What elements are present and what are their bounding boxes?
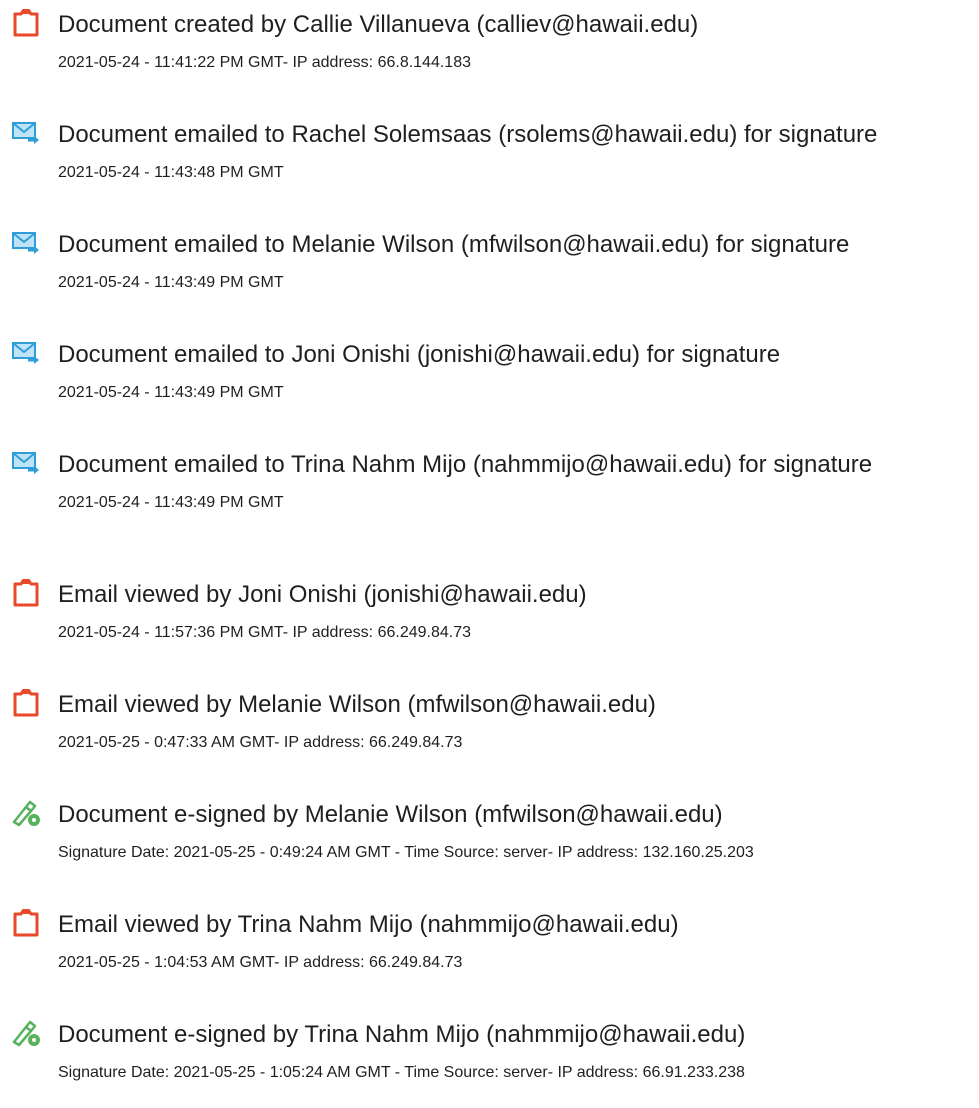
document-viewed-icon (11, 908, 41, 938)
event-title: Document emailed to Joni Onishi (jonishi… (58, 341, 781, 368)
email-sent-icon (11, 228, 41, 258)
audit-event-item: Document e-signed by Trina Nahm Mijo (na… (0, 1018, 979, 1098)
audit-event-item: Document emailed to Joni Onishi (jonishi… (0, 338, 979, 418)
audit-event-item: Email viewed by Trina Nahm Mijo (nahmmij… (0, 908, 979, 988)
event-title: Document emailed to Rachel Solemsaas (rs… (58, 121, 878, 148)
event-detail: 2021-05-24 - 11:43:49 PM GMT (58, 494, 284, 511)
event-title: Email viewed by Joni Onishi (jonishi@haw… (58, 581, 587, 608)
esign-pen-icon (11, 1018, 41, 1048)
audit-event-item: Document emailed to Rachel Solemsaas (rs… (0, 118, 979, 198)
audit-event-item: Email viewed by Joni Onishi (jonishi@haw… (0, 578, 979, 658)
email-sent-icon (11, 448, 41, 478)
event-detail: 2021-05-25 - 0:47:33 AM GMT- IP address:… (58, 734, 463, 751)
audit-event-item: Document e-signed by Melanie Wilson (mfw… (0, 798, 979, 878)
email-sent-icon (11, 338, 41, 368)
event-detail: Signature Date: 2021-05-25 - 1:05:24 AM … (58, 1064, 745, 1081)
esign-pen-icon (11, 798, 41, 828)
document-viewed-icon (11, 578, 41, 608)
event-title: Document emailed to Trina Nahm Mijo (nah… (58, 451, 873, 478)
audit-event-item: Document created by Callie Villanueva (c… (0, 8, 979, 88)
event-title: Email viewed by Trina Nahm Mijo (nahmmij… (58, 911, 679, 938)
event-title: Document emailed to Melanie Wilson (mfwi… (58, 231, 850, 258)
event-title: Email viewed by Melanie Wilson (mfwilson… (58, 691, 656, 718)
event-detail: 2021-05-25 - 1:04:53 AM GMT- IP address:… (58, 954, 463, 971)
audit-event-item: Document emailed to Trina Nahm Mijo (nah… (0, 448, 979, 528)
event-detail: Signature Date: 2021-05-25 - 0:49:24 AM … (58, 844, 754, 861)
event-detail: 2021-05-24 - 11:43:49 PM GMT (58, 384, 284, 401)
event-detail: 2021-05-24 - 11:43:48 PM GMT (58, 164, 284, 181)
audit-event-item: Email viewed by Melanie Wilson (mfwilson… (0, 688, 979, 768)
event-title: Document created by Callie Villanueva (c… (58, 11, 699, 38)
email-sent-icon (11, 118, 41, 148)
event-detail: 2021-05-24 - 11:41:22 PM GMT- IP address… (58, 54, 471, 71)
event-title: Document e-signed by Melanie Wilson (mfw… (58, 801, 723, 828)
audit-event-item: Document emailed to Melanie Wilson (mfwi… (0, 228, 979, 308)
event-detail: 2021-05-24 - 11:57:36 PM GMT- IP address… (58, 624, 471, 641)
event-title: Document e-signed by Trina Nahm Mijo (na… (58, 1021, 746, 1048)
event-detail: 2021-05-24 - 11:43:49 PM GMT (58, 274, 284, 291)
document-created-icon (11, 8, 41, 38)
document-viewed-icon (11, 688, 41, 718)
